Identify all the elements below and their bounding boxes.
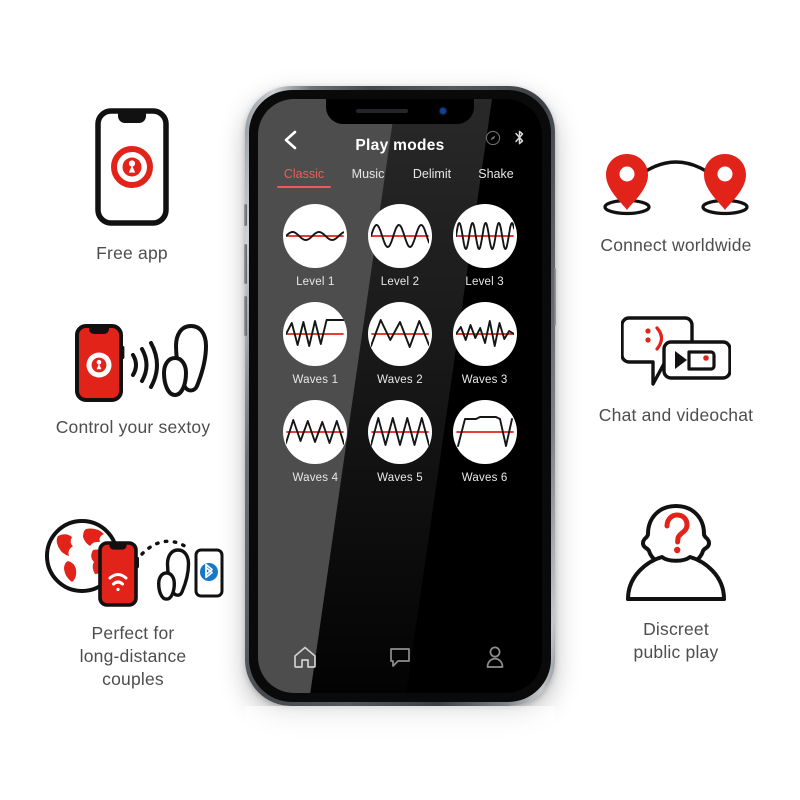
- mode-item[interactable]: Waves 1: [278, 302, 353, 386]
- tab-delimit[interactable]: Delimit: [400, 167, 464, 188]
- power-button[interactable]: [553, 268, 556, 326]
- mode-wave-icon: [283, 204, 348, 268]
- notch: [326, 99, 474, 124]
- phone-frame: Play modes Classic Music Delimit Shake L…: [244, 86, 556, 706]
- bottom-navigation[interactable]: [258, 644, 542, 675]
- earpiece-speaker: [356, 109, 408, 113]
- feature-chat-videochat: Chat and videochat: [576, 312, 776, 427]
- mode-label: Level 1: [296, 276, 335, 288]
- promo-canvas: Free app Control your sextoy Perfect for…: [0, 0, 800, 800]
- feature-caption: Free app: [96, 243, 168, 263]
- phone-mockup: Play modes Classic Music Delimit Shake L…: [244, 86, 556, 706]
- two-map-pins-arc-icon: [591, 146, 761, 222]
- mode-item[interactable]: Level 1: [278, 204, 353, 288]
- feature-caption: Connect worldwide: [600, 235, 752, 255]
- phone-bezel: Play modes Classic Music Delimit Shake L…: [249, 90, 551, 702]
- mode-wave-icon: [367, 204, 432, 268]
- mode-item[interactable]: Waves 4: [278, 400, 353, 484]
- mode-item[interactable]: Waves 3: [447, 302, 522, 386]
- feature-connect-worldwide: Connect worldwide: [566, 146, 786, 257]
- volume-up-button[interactable]: [244, 244, 247, 284]
- mode-wave-icon: [367, 400, 432, 464]
- header-icons: [485, 129, 526, 151]
- feature-control-sextoy: Control your sextoy: [22, 322, 244, 439]
- feature-caption: Control your sextoy: [55, 417, 211, 437]
- globe-phone-bluetooth-toy-icon: [38, 516, 228, 608]
- compass-icon[interactable]: [485, 130, 501, 151]
- mode-label: Level 2: [380, 276, 420, 288]
- feature-caption: Chat and videochat: [598, 405, 754, 425]
- mode-label: Level 3: [465, 276, 504, 288]
- mode-wave-icon: [452, 400, 517, 464]
- mode-label: Waves 4: [292, 472, 339, 484]
- speech-bubbles-video-icon: [621, 312, 731, 392]
- mode-item[interactable]: Waves 5: [363, 400, 438, 484]
- feature-free-app: Free app: [42, 108, 222, 265]
- mode-item[interactable]: Waves 6: [447, 400, 522, 484]
- phone-with-lock-logo-icon: [95, 108, 169, 226]
- mute-switch[interactable]: [244, 204, 247, 226]
- feature-caption: Discreet public play: [633, 619, 719, 663]
- tab-shake[interactable]: Shake: [464, 167, 528, 188]
- chevron-left-icon[interactable]: [280, 129, 302, 151]
- mode-wave-icon: [283, 302, 348, 366]
- mode-label: Waves 2: [377, 374, 423, 386]
- phone-signal-toy-icon: [51, 322, 215, 404]
- play-modes-grid: Level 1 Level 2 Level 3 Waves 1 Waves 2 Waves…: [258, 188, 542, 484]
- mode-tabs[interactable]: Classic Music Delimit Shake: [258, 163, 542, 188]
- feature-discreet-play: Discreet public play: [586, 500, 766, 664]
- tab-classic[interactable]: Classic: [272, 167, 336, 188]
- mode-wave-icon: [452, 204, 517, 268]
- mode-item[interactable]: Waves 2: [363, 302, 438, 386]
- feature-long-distance: Perfect for long-distance couples: [22, 516, 244, 691]
- mode-label: Waves 3: [461, 374, 508, 386]
- person-icon[interactable]: [482, 644, 508, 675]
- mode-wave-icon: [283, 400, 348, 464]
- home-icon[interactable]: [292, 644, 318, 675]
- mode-label: Waves 6: [461, 472, 508, 484]
- reflection-fade: [245, 706, 555, 800]
- mode-wave-icon: [452, 302, 517, 366]
- anonymous-person-question-icon: [616, 500, 736, 604]
- phone-screen: Play modes Classic Music Delimit Shake L…: [258, 99, 542, 693]
- mode-wave-icon: [367, 302, 432, 366]
- mode-label: Waves 5: [377, 472, 423, 484]
- feature-caption: Perfect for long-distance couples: [79, 623, 187, 690]
- mode-item[interactable]: Level 3: [447, 204, 522, 288]
- mode-item[interactable]: Level 2: [363, 204, 438, 288]
- chat-bubble-icon[interactable]: [387, 644, 413, 675]
- tab-music[interactable]: Music: [336, 167, 400, 188]
- mode-label: Waves 1: [292, 374, 339, 386]
- front-camera: [440, 108, 446, 114]
- bluetooth-icon[interactable]: [513, 129, 526, 151]
- phone-reflection: [245, 706, 555, 800]
- volume-down-button[interactable]: [244, 296, 247, 336]
